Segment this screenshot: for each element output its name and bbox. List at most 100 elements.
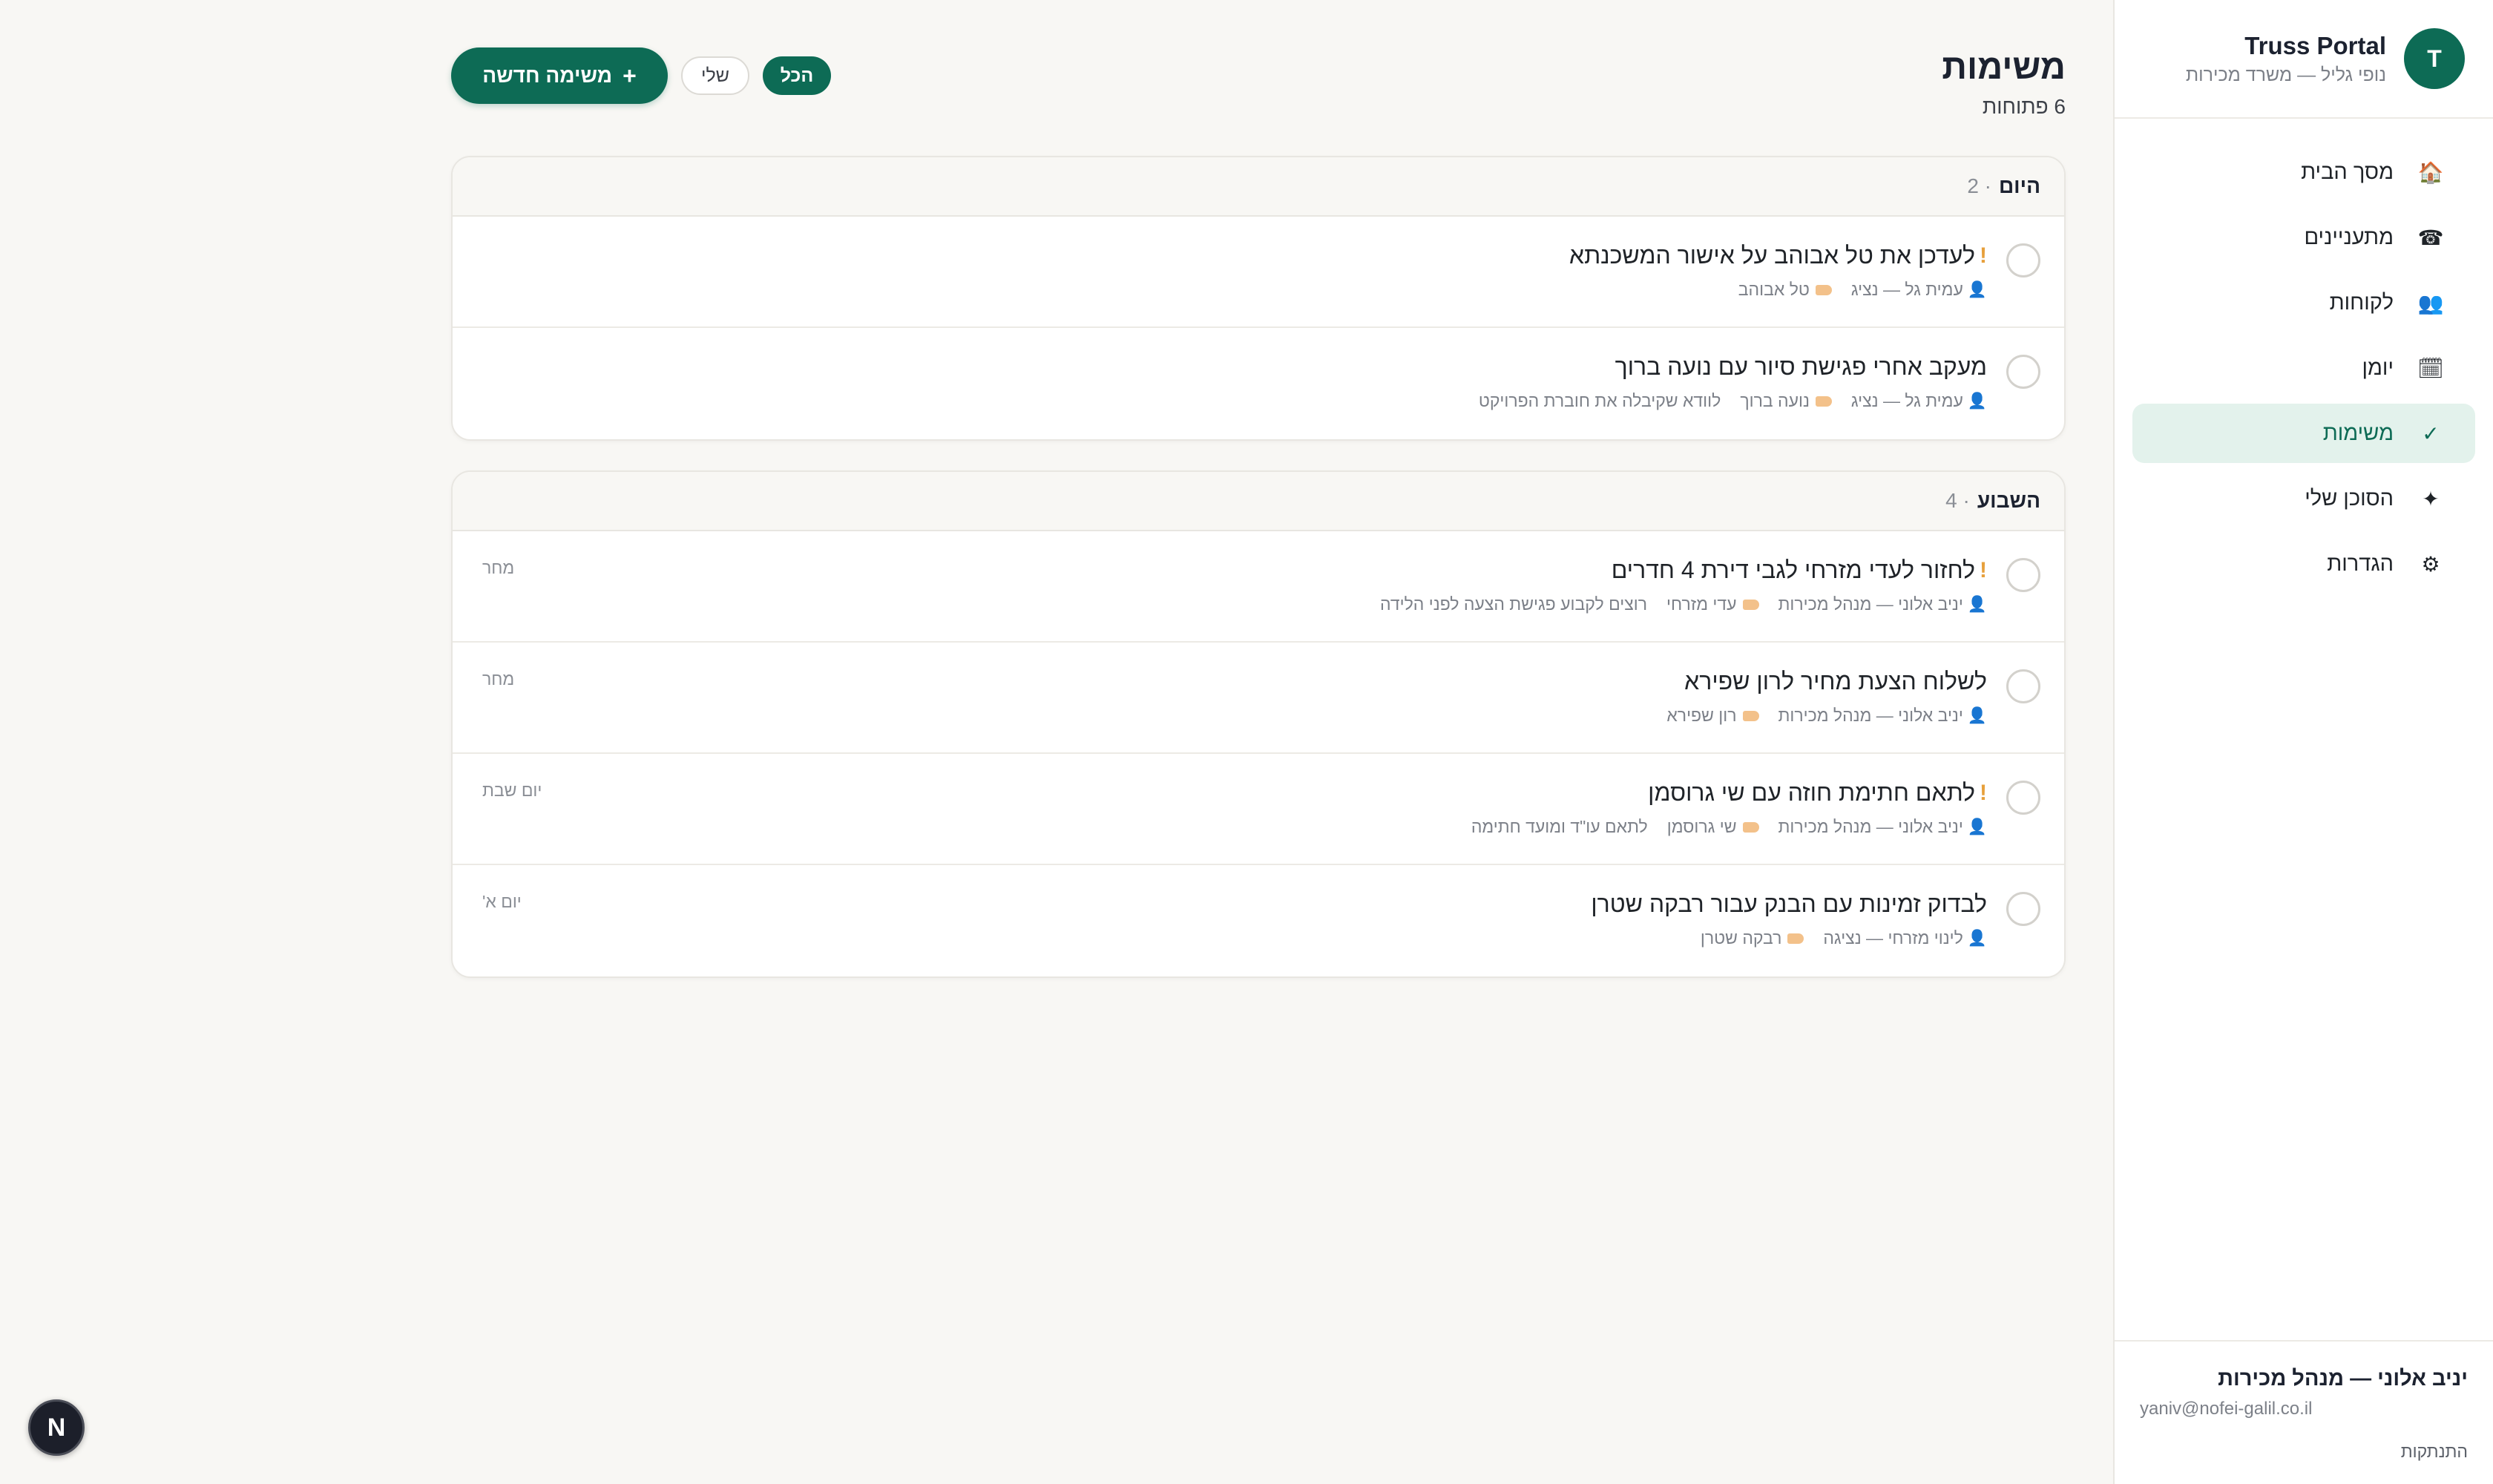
task-checkbox[interactable] — [2006, 781, 2040, 815]
task-checkbox[interactable] — [2006, 669, 2040, 703]
sidebar-item-label: לקוחות — [2329, 290, 2394, 315]
task-meta: 👤 יניב אלוני — מנהל מכירות שי גרוסמן לתא… — [1471, 817, 1987, 837]
brand-text: Truss Portal נופי גליל — משרד מכירות — [2186, 32, 2386, 86]
task-contact-name: נועה ברוך — [1740, 391, 1810, 410]
priority-icon: ! — [1980, 780, 1987, 805]
task-meta: 👤 עמית גל — נציג נועה ברוך לוודא שקיבלה … — [1479, 391, 1987, 411]
task-group-today: היום · 2 ! לעדכן את טל אבוהב על אישור המ… — [451, 156, 2066, 441]
group-title: השבוע — [1977, 489, 2040, 512]
priority-icon: ! — [1980, 557, 1987, 582]
task-body: לבדוק זמינות עם הבנק עבור רבקה שטרן 👤 לי… — [1591, 890, 1987, 948]
task-contact: נועה ברוך — [1740, 391, 1832, 411]
task-checkbox[interactable] — [2006, 558, 2040, 592]
task-contact-name: עדי מזרחי — [1666, 594, 1737, 614]
task-note: לוודא שקיבלה את חוברת הפרויקט — [1478, 391, 1721, 410]
header-controls: + משימה חדשה שלי הכל — [451, 47, 831, 104]
sidebar-item-label: יומן — [2362, 355, 2394, 380]
task-title-text: לעדכן את טל אבוהב על אישור המשכנתא — [1569, 242, 1975, 269]
sidebar-item-leads[interactable]: ☎ מתעניינים — [2132, 208, 2475, 267]
task-assignee: יניב אלוני — מנהל מכירות — [1778, 706, 1963, 725]
task-row[interactable]: ! לתאם חתימת חוזה עם שי גרוסמן 👤 יניב אל… — [453, 754, 2064, 865]
task-title: מעקב אחרי פגישת סיור עם נועה ברוך — [1479, 353, 1987, 381]
user-icon: 👤 — [1967, 818, 1987, 835]
task-contact-name: רון שפירא — [1666, 706, 1737, 725]
sidebar-item-settings[interactable]: ⚙ הגדרות — [2132, 534, 2475, 594]
task-contact: שי גרוסמן — [1667, 817, 1759, 837]
new-task-button[interactable]: + משימה חדשה — [451, 47, 668, 104]
task-row[interactable]: לשלוח הצעת מחיר לרון שפירא 👤 יניב אלוני … — [453, 643, 2064, 754]
tag-icon — [1742, 821, 1759, 833]
task-assignee: עמית גל — נציג — [1850, 391, 1963, 410]
task-contact: רון שפירא — [1666, 706, 1759, 726]
task-body: ! לחזור לעדי מזרחי לגבי דירת 4 חדרים 👤 י… — [1380, 556, 1987, 614]
task-title-text: מעקב אחרי פגישת סיור עם נועה ברוך — [1615, 353, 1987, 380]
people-icon: 👥 — [2417, 291, 2444, 315]
user-icon: 👤 — [1967, 929, 1987, 947]
tag-icon — [1742, 710, 1759, 721]
sidebar-item-agent[interactable]: ✦ הסוכן שלי — [2132, 469, 2475, 528]
group-count: · 4 — [1945, 489, 1970, 512]
sidebar-item-label: מתעניינים — [2304, 225, 2394, 249]
user-icon: 👤 — [1967, 280, 1987, 298]
open-count: 6 פתוחות — [1982, 95, 2066, 118]
task-row[interactable]: לבדוק זמינות עם הבנק עבור רבקה שטרן 👤 לי… — [453, 865, 2064, 976]
task-row[interactable]: מעקב אחרי פגישת סיור עם נועה ברוך 👤 עמית… — [453, 328, 2064, 439]
check-icon: ✓ — [2422, 421, 2440, 445]
priority-icon: ! — [1980, 243, 1987, 268]
user-panel: יניב אלוני — מנהל מכירות yaniv@nofei-gal… — [2115, 1340, 2493, 1484]
task-title: לבדוק זמינות עם הבנק עבור רבקה שטרן — [1591, 890, 1987, 918]
user-icon: 👤 — [1967, 706, 1987, 724]
task-contact: עדי מזרחי — [1666, 594, 1759, 614]
user-icon: 👤 — [1967, 392, 1987, 410]
sidebar-nav: 🏠 מסך הבית ☎ מתעניינים 👥 לקוחות 🗓 יומן ✓… — [2115, 119, 2493, 594]
tag-icon — [1815, 395, 1832, 407]
sparkle-icon: ✦ — [2422, 487, 2440, 510]
task-note: רוצים לקבוע פגישת הצעה לפני הלידה — [1380, 594, 1648, 614]
task-assignee: יניב אלוני — מנהל מכירות — [1778, 817, 1963, 836]
task-title-text: לתאם חתימת חוזה עם שי גרוסמן — [1648, 779, 1975, 806]
logout-link[interactable]: התנתקות — [2140, 1442, 2468, 1462]
task-assignee: לינוי מזרחי — נציגה — [1823, 928, 1963, 948]
tag-icon — [1742, 599, 1759, 610]
task-contact-name: רבקה שטרן — [1700, 928, 1782, 948]
filter-all[interactable]: הכל — [763, 56, 831, 95]
page-header: משימות 6 פתוחות + משימה חדשה שלי הכל — [451, 0, 2066, 156]
task-checkbox[interactable] — [2006, 243, 2040, 278]
filter-mine[interactable]: שלי — [681, 56, 749, 95]
user-name: יניב אלוני — מנהל מכירות — [2218, 1367, 2468, 1391]
task-body: לשלוח הצעת מחיר לרון שפירא 👤 יניב אלוני … — [1666, 668, 1987, 726]
task-row[interactable]: ! לעדכן את טל אבוהב על אישור המשכנתא 👤 ע… — [453, 217, 2064, 328]
task-row[interactable]: ! לחזור לעדי מזרחי לגבי דירת 4 חדרים 👤 י… — [453, 531, 2064, 643]
tag-icon — [1815, 284, 1832, 295]
task-body: ! לעדכן את טל אבוהב על אישור המשכנתא 👤 ע… — [1569, 242, 1987, 300]
task-note: לתאם עו"ד ומועד חתימה — [1471, 817, 1648, 836]
sidebar-item-home[interactable]: 🏠 מסך הבית — [2132, 142, 2475, 202]
task-checkbox[interactable] — [2006, 355, 2040, 389]
task-meta: 👤 לינוי מזרחי — נציגה רבקה שטרן — [1591, 928, 1987, 948]
task-title: ! לעדכן את טל אבוהב על אישור המשכנתא — [1569, 242, 1987, 269]
nextjs-dev-badge[interactable]: N — [28, 1399, 85, 1456]
task-meta: 👤 עמית גל — נציג טל אבוהב — [1569, 280, 1987, 300]
group-header: היום · 2 — [453, 157, 2064, 217]
task-meta: 👤 יניב אלוני — מנהל מכירות עדי מזרחי רוצ… — [1380, 594, 1987, 614]
task-contact: טל אבוהב — [1738, 280, 1832, 300]
task-checkbox[interactable] — [2006, 892, 2040, 926]
group-count: · 2 — [1967, 174, 1991, 197]
task-due: מחר — [482, 669, 515, 689]
task-due: מחר — [482, 558, 515, 577]
sidebar-item-calendar[interactable]: 🗓 יומן — [2132, 338, 2475, 398]
phone-icon: ☎ — [2417, 226, 2444, 249]
sidebar-item-label: מסך הבית — [2301, 160, 2394, 184]
sidebar-item-label: הסוכן שלי — [2305, 486, 2394, 510]
task-title-text: לבדוק זמינות עם הבנק עבור רבקה שטרן — [1591, 890, 1987, 917]
task-contact-name: טל אבוהב — [1738, 280, 1810, 299]
sidebar-item-customers[interactable]: 👥 לקוחות — [2132, 273, 2475, 332]
task-title: ! לתאם חתימת חוזה עם שי גרוסמן — [1471, 779, 1987, 807]
sidebar-item-tasks[interactable]: ✓ משימות — [2132, 404, 2475, 463]
sidebar: T Truss Portal נופי גליל — משרד מכירות 🏠… — [2113, 0, 2493, 1484]
main-content: משימות 6 פתוחות + משימה חדשה שלי הכל היו… — [451, 0, 2066, 1008]
sidebar-item-label: הגדרות — [2327, 551, 2394, 576]
task-group-week: השבוע · 4 ! לחזור לעדי מזרחי לגבי דירת 4… — [451, 470, 2066, 978]
task-due: יום א' — [482, 892, 522, 911]
brand-header: T Truss Portal נופי גליל — משרד מכירות — [2115, 0, 2493, 119]
